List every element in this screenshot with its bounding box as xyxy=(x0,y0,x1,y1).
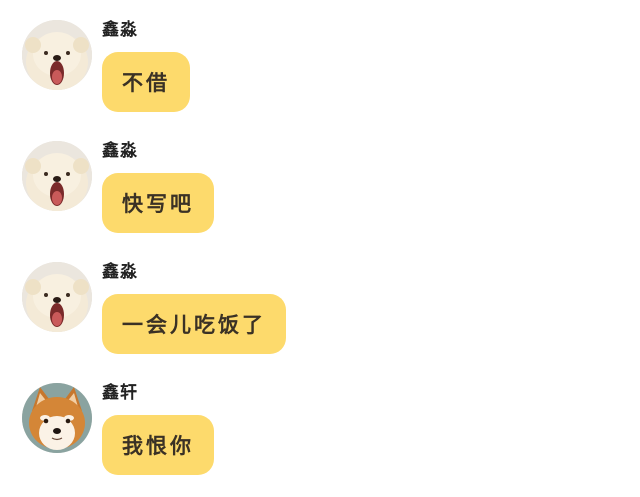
chat-thread: 鑫淼 不借 鑫淼 快写吧 鑫淼 一会儿吃饭了 鑫轩 我恨你 xyxy=(0,0,640,497)
avatar[interactable] xyxy=(22,262,92,332)
sender-name: 鑫淼 xyxy=(102,20,138,40)
chat-message: 鑫轩 我恨你 xyxy=(22,383,622,493)
message-text: 快写吧 xyxy=(122,192,194,216)
message-bubble[interactable]: 快写吧 xyxy=(102,173,214,233)
avatar[interactable] xyxy=(22,383,92,453)
sender-name: 鑫淼 xyxy=(102,141,138,161)
chat-message: 鑫淼 不借 xyxy=(22,20,622,130)
fluffy-puppy-avatar-icon xyxy=(22,20,92,90)
message-bubble[interactable]: 不借 xyxy=(102,52,190,112)
chat-message: 鑫淼 一会儿吃饭了 xyxy=(22,262,622,372)
chat-message: 鑫淼 快写吧 xyxy=(22,141,622,251)
message-bubble[interactable]: 一会儿吃饭了 xyxy=(102,294,286,354)
message-text: 不借 xyxy=(122,71,170,95)
sender-name: 鑫轩 xyxy=(102,383,138,403)
fluffy-puppy-avatar-icon xyxy=(22,262,92,332)
avatar[interactable] xyxy=(22,141,92,211)
avatar[interactable] xyxy=(22,20,92,90)
fluffy-puppy-avatar-icon xyxy=(22,141,92,211)
message-text: 一会儿吃饭了 xyxy=(122,313,266,337)
message-text: 我恨你 xyxy=(122,434,194,458)
shiba-inu-avatar-icon xyxy=(22,383,92,453)
sender-name: 鑫淼 xyxy=(102,262,138,282)
message-bubble[interactable]: 我恨你 xyxy=(102,415,214,475)
